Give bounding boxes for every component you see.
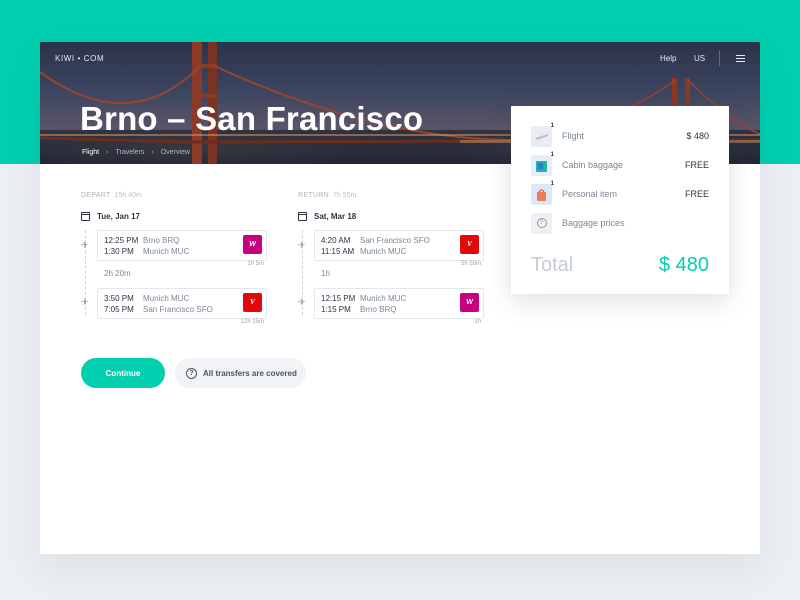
summary-label: Personal item (562, 189, 618, 199)
summary-row-personal-item: 1 Personal item FREE (531, 180, 709, 205)
total-price: $ 480 (658, 254, 709, 276)
brand-logo[interactable]: KIWI • COM (55, 54, 104, 63)
segment-times: 4:20 AM 11:15 AM (321, 236, 354, 257)
hamburger-menu-icon[interactable] (736, 55, 745, 62)
segment-places: San Francisco SFO Munich MUC (360, 236, 430, 257)
summary-value: $ 480 (686, 131, 709, 141)
depart-date-text: Tue, Jan 17 (97, 212, 140, 221)
depart-date: Tue, Jan 17 (81, 212, 140, 221)
departure-time: 12:25 PM (104, 236, 139, 245)
plane-icon: ✈ (298, 297, 306, 307)
depart-section-label: DEPART 15h 40m (81, 192, 142, 199)
return-segment-2[interactable]: 12:15 PM 1:15 PM Munich MUC Brno BRQ W 1… (314, 288, 484, 325)
summary-label: Cabin baggage (562, 160, 624, 170)
return-date: Sat, Mar 18 (298, 212, 356, 221)
total-label: Total (531, 254, 574, 276)
departure-time: 3:50 PM (104, 294, 134, 303)
return-date-text: Sat, Mar 18 (314, 212, 357, 221)
return-layover: 1h (321, 269, 330, 278)
summary-value: FREE (684, 160, 709, 170)
calendar-icon (298, 212, 307, 221)
segment-places: Munich MUC San Francisco SFO (143, 294, 213, 315)
departure-time: 4:20 AM (321, 236, 351, 245)
return-duration: 7h 55m (332, 192, 357, 199)
quantity-badge: 1 (550, 122, 554, 129)
summary-label[interactable]: Baggage prices (562, 218, 709, 228)
origin-airport: Munich MUC (360, 294, 407, 303)
origin-airport: San Francisco SFO (360, 236, 430, 245)
origin-airport: Munich MUC (143, 294, 190, 303)
locale-switcher[interactable]: US (694, 54, 705, 63)
question-icon: ? (531, 212, 552, 234)
calendar-icon (81, 212, 90, 221)
breadcrumb-flight[interactable]: Flight (82, 149, 99, 156)
segment-places: Munich MUC Brno BRQ (360, 294, 406, 315)
segment-times: 12:15 PM 1:15 PM (321, 294, 355, 315)
summary-label: Flight (562, 131, 585, 141)
summary-row-baggage-prices[interactable]: ? Baggage prices (531, 212, 709, 234)
depart-layover: 2h 20m (104, 269, 131, 278)
arrival-time: 7:05 PM (104, 304, 134, 314)
summary-row-cabin-baggage: 1 Cabin baggage FREE (531, 151, 709, 176)
plane-icon: ✈ (81, 297, 89, 307)
quantity-badge: 1 (550, 151, 554, 158)
return-section-label: RETURN 7h 55m (298, 192, 356, 199)
segment-duration: 1h 5m (247, 261, 264, 267)
destination-airport: San Francisco SFO (143, 304, 213, 314)
destination-airport: Munich MUC (360, 246, 407, 256)
segment-times: 12:25 PM 1:30 PM (104, 236, 138, 257)
help-link[interactable]: Help (660, 54, 676, 63)
transfers-text: All transfers are covered (203, 368, 297, 378)
depart-label: DEPART (81, 192, 111, 199)
segment-places: Brno BRQ Munich MUC (143, 236, 189, 257)
return-label: RETURN (298, 192, 329, 199)
virgin-logo-icon: V (243, 293, 262, 312)
plane-icon: ✈ (298, 240, 306, 250)
wizz-air-logo-icon: W (243, 235, 262, 254)
destination-airport: Brno BRQ (360, 304, 397, 314)
summary-value: FREE (684, 189, 709, 199)
segment-duration: 12h 15m (240, 319, 264, 325)
breadcrumb-travelers[interactable]: Travelers (115, 149, 144, 156)
plane-icon: ✈ (81, 240, 89, 250)
breadcrumb-overview[interactable]: Overview (161, 149, 190, 156)
destination-airport: Munich MUC (143, 246, 190, 256)
segment-duration: 5h 55m (460, 261, 481, 267)
quantity-badge: 1 (550, 180, 554, 187)
return-segment-1[interactable]: 4:20 AM 11:15 AM San Francisco SFO Munic… (314, 230, 484, 267)
transfers-covered-pill[interactable]: ? All transfers are covered (175, 358, 306, 388)
wizz-air-logo-icon: W (460, 293, 479, 312)
arrival-time: 1:30 PM (104, 246, 134, 256)
depart-segment-2[interactable]: 3:50 PM 7:05 PM Munich MUC San Francisco… (97, 288, 267, 325)
breadcrumb: Flight › Travelers › Overview (82, 149, 190, 156)
header-divider (719, 50, 720, 66)
segment-times: 3:50 PM 7:05 PM (104, 294, 134, 315)
continue-button[interactable]: Continue (81, 358, 165, 388)
cabin-bag-icon: 1 (531, 151, 554, 176)
arrival-time: 1:15 PM (321, 304, 351, 314)
question-icon: ? (186, 367, 197, 379)
page-title: Brno – San Francisco (80, 100, 424, 137)
personal-item-icon: 1 (531, 180, 554, 205)
summary-row-flight: 1 Flight $ 480 (531, 122, 709, 147)
price-summary-card: 1 Flight $ 480 1 Cabin baggage FREE 1 Pe… (511, 106, 729, 294)
origin-airport: Brno BRQ (143, 236, 180, 245)
arrival-time: 11:15 AM (321, 246, 355, 256)
breadcrumb-separator: › (151, 149, 154, 156)
virgin-logo-icon: V (460, 235, 479, 254)
departure-time: 12:15 PM (321, 294, 356, 303)
flight-ticket-icon: 1 (531, 122, 554, 147)
segment-duration: 1h (474, 319, 481, 325)
depart-segment-1[interactable]: 12:25 PM 1:30 PM Brno BRQ Munich MUC W 1… (97, 230, 267, 267)
breadcrumb-separator: › (106, 149, 109, 156)
depart-duration: 15h 40m (114, 192, 142, 199)
